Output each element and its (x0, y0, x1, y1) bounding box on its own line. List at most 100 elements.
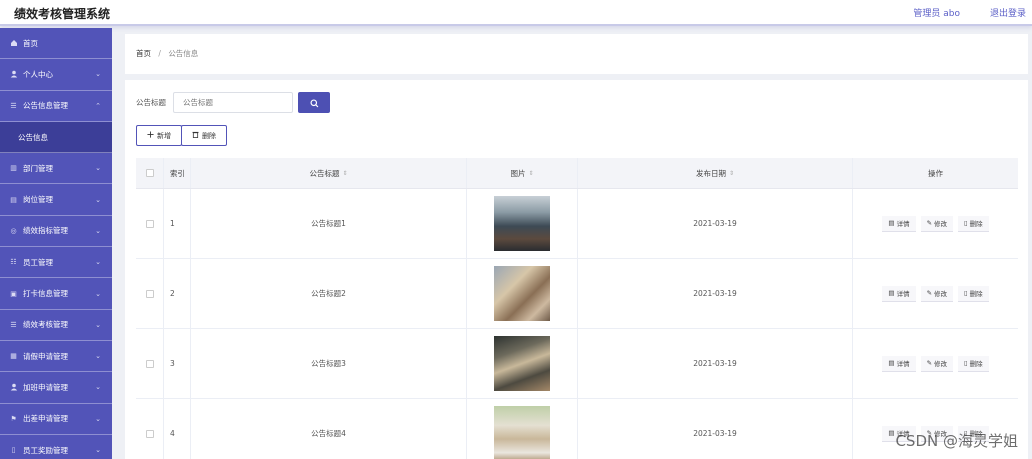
detail-label: 详情 (896, 290, 910, 298)
row-title: 公告标题3 (191, 329, 467, 398)
delete-button[interactable]: ▯ 删除 (958, 215, 989, 232)
edit-button[interactable]: ✎ 修改 (920, 355, 954, 372)
edit-button[interactable]: ✎ 修改 (920, 285, 954, 302)
edit-label: 修改 (934, 220, 948, 228)
sidebar-item-profile[interactable]: 个人中心 ⌄ (0, 59, 112, 91)
delete-label: 删除 (969, 290, 983, 298)
row-actions: ▤ 详情 ✎ 修改 ▯ 删除 (853, 259, 1018, 328)
sidebar-item-label: 员工奖励管理 (23, 445, 68, 455)
select-all-checkbox[interactable] (145, 169, 154, 177)
detail-button[interactable]: ▤ 详情 (882, 215, 916, 232)
row-image-cell (467, 329, 578, 398)
sidebar-item-position[interactable]: ▤ 岗位管理 ⌄ (0, 184, 112, 216)
row-index: 1 (164, 189, 191, 258)
row-title: 公告标题1 (191, 189, 467, 258)
row-checkbox[interactable] (145, 219, 154, 228)
document-icon: ▤ (888, 359, 895, 367)
edit-label: 修改 (934, 360, 948, 368)
sort-icon[interactable]: ⇕ (342, 170, 347, 177)
content-card: 公告标题 新增 删除 索引 公告标题⇕ 图片⇕ 发布日期⇕ 操作 1 公告标 (125, 80, 1028, 459)
header-checkbox-cell (136, 158, 164, 188)
column-label: 索引 (170, 168, 185, 178)
sidebar-item-label: 请假申请管理 (23, 351, 68, 361)
admin-user-link[interactable]: 管理员 abo (913, 6, 960, 19)
row-checkbox-cell (136, 189, 164, 258)
delete-button[interactable]: ▯ 删除 (958, 285, 989, 302)
edit-label: 修改 (934, 290, 948, 298)
row-date: 2021-03-19 (578, 329, 853, 398)
sidebar-subitem-notice-info[interactable]: 公告信息 (0, 121, 112, 154)
chevron-down-icon: ⌄ (95, 289, 101, 298)
home-icon (9, 39, 18, 48)
table-row: 1 公告标题1 2021-03-19 ▤ 详情 ✎ 修改 ▯ 删除 (136, 189, 1018, 259)
table-header: 索引 公告标题 ⇕ 图片 ⇕ 发布日期 ⇕ 操作 (136, 158, 1018, 189)
briefcase-icon: ▤ (10, 195, 17, 204)
detail-button[interactable]: ▤ 详情 (882, 285, 916, 302)
notice-thumbnail-image[interactable] (494, 266, 550, 321)
notice-thumbnail-image[interactable] (494, 336, 550, 391)
row-image-cell (467, 259, 578, 328)
chevron-down-icon: ⌄ (95, 383, 101, 392)
flag-icon: ⚑ (10, 414, 17, 423)
row-checkbox[interactable] (145, 429, 154, 438)
people-icon: ☷ (10, 258, 17, 267)
building-icon: ▥ (10, 164, 17, 173)
sidebar-item-attendance[interactable]: ▣ 打卡信息管理 ⌄ (0, 278, 112, 310)
search-title-input[interactable] (173, 92, 293, 113)
search-button[interactable] (298, 92, 330, 113)
chevron-down-icon: ⌄ (95, 70, 101, 79)
header-date[interactable]: 发布日期 ⇕ (578, 158, 853, 188)
column-label: 公告标题 (309, 168, 340, 178)
sidebar-item-label: 打卡信息管理 (23, 289, 68, 299)
row-checkbox-cell (136, 329, 164, 398)
delete-button[interactable]: ▯ 删除 (958, 355, 989, 372)
sidebar-item-reward[interactable]: ▯ 员工奖励管理 ⌄ (0, 435, 112, 459)
chevron-down-icon: ⌄ (95, 258, 101, 267)
batch-delete-button[interactable]: 删除 (181, 125, 227, 146)
row-image-cell (467, 399, 578, 459)
sidebar-item-label: 出差申请管理 (23, 414, 68, 424)
row-actions: ▤ 详情 ✎ 修改 ▯ 删除 (853, 329, 1018, 398)
document-icon: ▤ (888, 219, 895, 227)
sidebar-item-kpi[interactable]: ◎ 绩效指标管理 ⌄ (0, 216, 112, 248)
row-actions: ▤ 详情 ✎ 修改 ▯ 删除 (853, 189, 1018, 258)
sidebar-item-label: 员工管理 (23, 257, 53, 267)
chevron-down-icon: ⌄ (95, 164, 101, 173)
logout-link[interactable]: 退出登录 (990, 6, 1026, 19)
sidebar-item-label: 公告信息 (18, 132, 48, 142)
sidebar-item-home[interactable]: 首页 (0, 28, 112, 60)
clock-icon: ▣ (10, 289, 17, 298)
sidebar-item-business-trip[interactable]: ⚑ 出差申请管理 ⌄ (0, 404, 112, 435)
sidebar-item-label: 绩效指标管理 (23, 226, 68, 236)
notice-thumbnail-image[interactable] (494, 406, 550, 459)
detail-label: 详情 (896, 220, 910, 228)
notice-thumbnail-image[interactable] (494, 196, 550, 251)
header-title[interactable]: 公告标题 ⇕ (191, 158, 467, 188)
delete-label: 删除 (969, 360, 983, 368)
trash-icon: ▯ (964, 359, 968, 367)
sort-icon[interactable]: ⇕ (729, 170, 734, 177)
sidebar-item-notice-mgmt[interactable]: ☰ 公告信息管理 ⌃ (0, 91, 112, 122)
row-date: 2021-03-19 (578, 259, 853, 328)
breadcrumb-home[interactable]: 首页 (136, 49, 151, 58)
breadcrumb-current: 公告信息 (168, 49, 199, 58)
sidebar-item-leave[interactable]: ▦ 请假申请管理 ⌄ (0, 341, 112, 373)
row-checkbox[interactable] (145, 289, 154, 298)
header-image[interactable]: 图片 ⇕ (467, 158, 578, 188)
chevron-down-icon: ⌄ (95, 320, 101, 329)
sidebar-item-department[interactable]: ▥ 部门管理 ⌄ (0, 153, 112, 185)
csdn-watermark: CSDN @海灵学姐 (895, 432, 1018, 450)
breadcrumb: 首页 / 公告信息 (136, 48, 198, 59)
sort-icon[interactable]: ⇕ (528, 170, 533, 177)
sidebar-item-overtime[interactable]: 加班申请管理 ⌄ (0, 372, 112, 404)
detail-button[interactable]: ▤ 详情 (882, 355, 916, 372)
sidebar-item-label: 绩效考核管理 (23, 320, 68, 330)
add-button[interactable]: 新增 (136, 125, 182, 146)
edit-button[interactable]: ✎ 修改 (920, 215, 954, 232)
row-checkbox[interactable] (145, 359, 154, 368)
row-index: 3 (164, 329, 191, 398)
delete-label: 删除 (969, 220, 983, 228)
sidebar-item-performance[interactable]: ☰ 绩效考核管理 ⌄ (0, 310, 112, 341)
chevron-down-icon: ⌄ (95, 226, 101, 235)
sidebar-item-employee[interactable]: ☷ 员工管理 ⌄ (0, 247, 112, 279)
